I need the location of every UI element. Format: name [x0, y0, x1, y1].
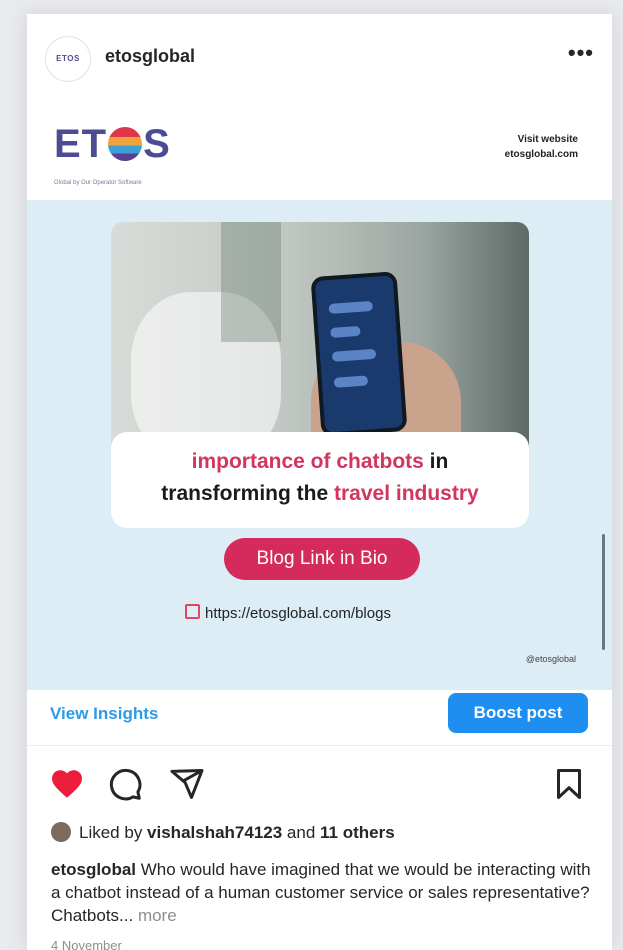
- likes-summary[interactable]: Liked by vishalshah74123 and 11 others: [51, 822, 395, 843]
- caption-more-link[interactable]: more: [138, 906, 177, 925]
- blog-url: https://etosglobal.com/blogs: [185, 604, 391, 622]
- headline: importance of chatbots in transforming t…: [161, 450, 479, 505]
- post-card: ETOS etosglobal ••• ET S Global by Our Op…: [27, 14, 612, 950]
- globe-icon: [108, 127, 143, 161]
- heart-icon[interactable]: [49, 766, 85, 802]
- external-link-icon: [185, 604, 200, 619]
- scrollbar[interactable]: [602, 534, 605, 650]
- etos-logo: ET S: [54, 122, 171, 166]
- caption-username[interactable]: etosglobal: [51, 860, 136, 879]
- boost-post-button[interactable]: Boost post: [448, 693, 588, 733]
- post-caption: etosglobal Who would have imagined that …: [51, 858, 591, 927]
- visit-label: Visit website: [517, 134, 578, 145]
- image-handle: @etosglobal: [525, 654, 576, 664]
- post-header: ETOS etosglobal •••: [27, 14, 612, 98]
- post-date: 4 November: [51, 938, 122, 950]
- liker-avatar: [51, 822, 71, 842]
- comment-icon[interactable]: [107, 766, 143, 802]
- action-bar: [27, 756, 612, 812]
- share-icon[interactable]: [169, 766, 205, 802]
- visit-website: Visit website etosglobal.com: [505, 132, 578, 162]
- more-options-icon[interactable]: •••: [568, 40, 594, 66]
- username[interactable]: etosglobal: [105, 46, 195, 67]
- phone: [310, 271, 408, 437]
- post-image-header: ET S Global by Our Operator Software Visi…: [27, 98, 612, 200]
- profile-avatar[interactable]: ETOS: [45, 36, 91, 82]
- visit-url: etosglobal.com: [504, 149, 578, 160]
- bookmark-icon[interactable]: [551, 766, 587, 802]
- insights-row: View Insights Boost post: [27, 690, 612, 746]
- blog-link-badge: Blog Link in Bio: [224, 538, 420, 580]
- view-insights-link[interactable]: View Insights: [50, 704, 158, 724]
- logo-tagline: Global by Our Operator Software: [54, 180, 142, 186]
- headline-box: importance of chatbots in transforming t…: [111, 432, 529, 528]
- post-image[interactable]: ET S Global by Our Operator Software Visi…: [27, 98, 612, 690]
